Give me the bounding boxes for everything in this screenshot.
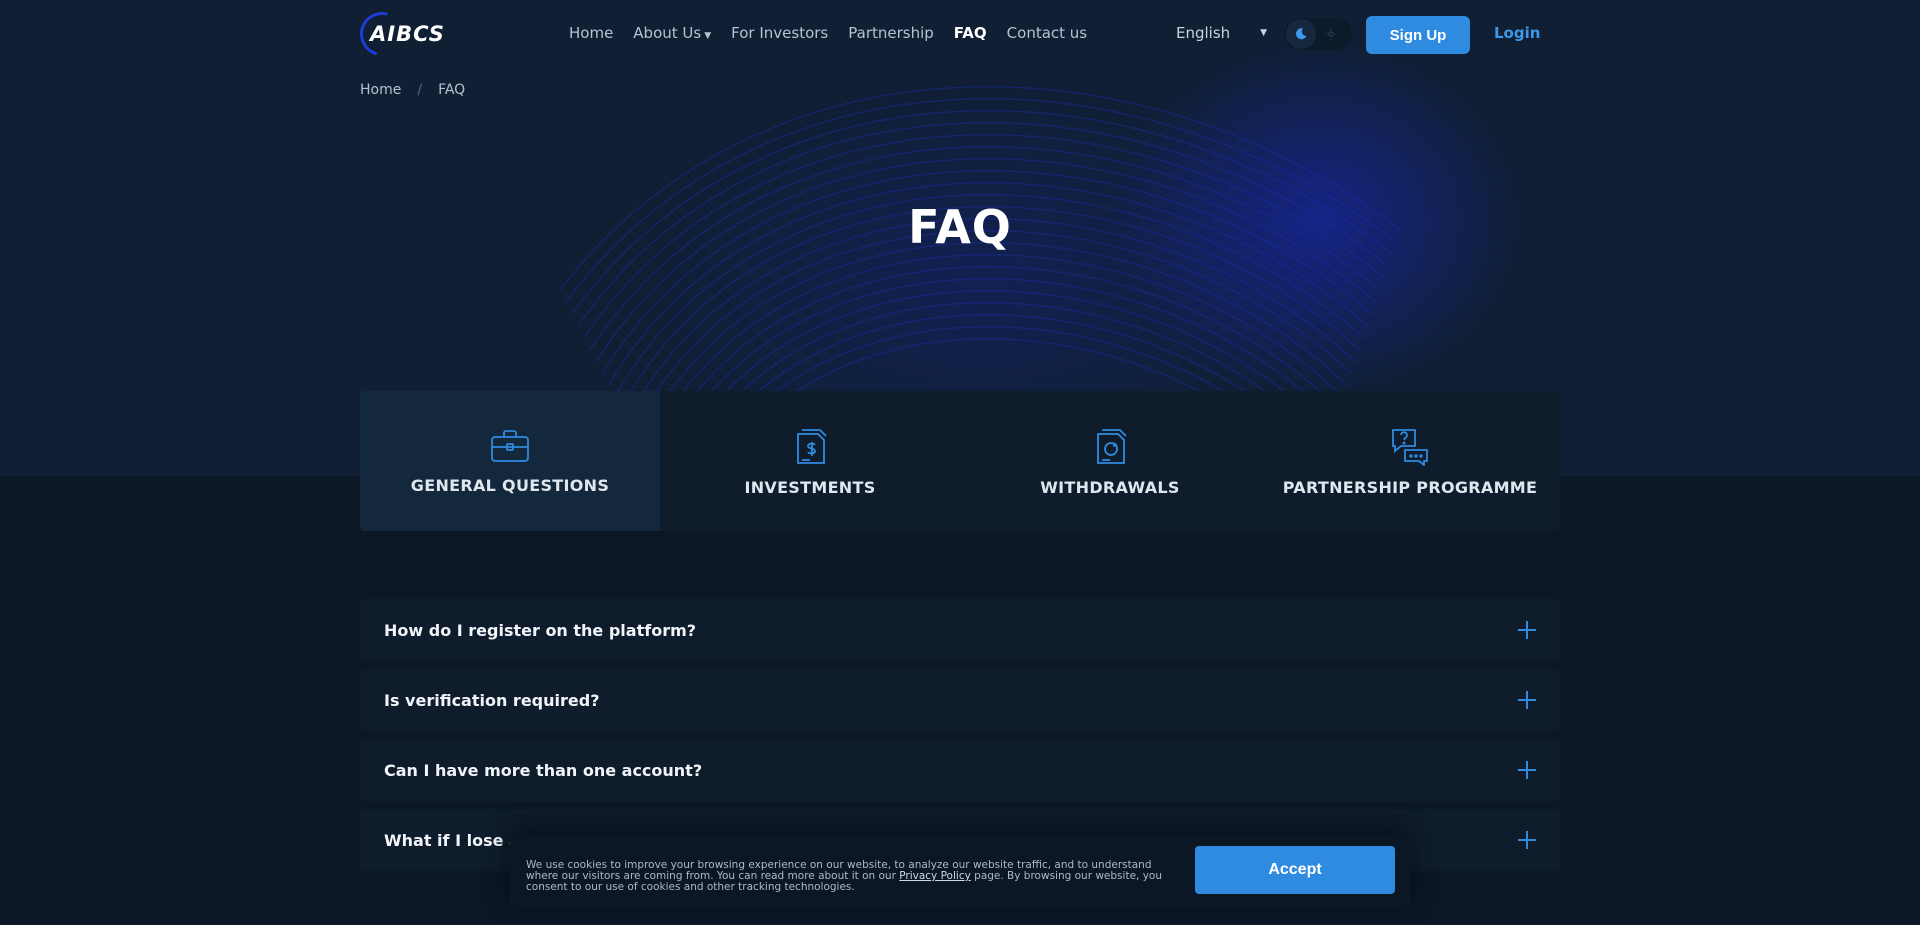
nav-investors-label: For Investors xyxy=(731,24,829,42)
login-link[interactable]: Login xyxy=(1494,24,1540,42)
faq-item[interactable]: How do I register on the platform? xyxy=(360,599,1560,661)
theme-toggle[interactable] xyxy=(1284,18,1352,50)
page-title: FAQ xyxy=(908,200,1012,254)
faq-question: Can I have more than one account? xyxy=(384,760,703,780)
nav-about-us[interactable]: About Us ▼ xyxy=(633,24,711,42)
tab-label: WITHDRAWALS xyxy=(1040,477,1180,497)
privacy-policy-link[interactable]: Privacy Policy xyxy=(899,870,971,882)
nav-faq[interactable]: FAQ xyxy=(954,24,987,42)
plus-icon[interactable] xyxy=(1518,691,1536,709)
sun-icon[interactable] xyxy=(1316,19,1346,49)
breadcrumb-current: FAQ xyxy=(438,82,466,98)
tab-withdrawals[interactable]: WITHDRAWALS xyxy=(960,391,1260,531)
faq-item[interactable]: Is verification required? xyxy=(360,669,1560,731)
tab-label: INVESTMENTS xyxy=(744,477,876,497)
accept-cookies-button[interactable]: Accept xyxy=(1195,846,1395,894)
nav-for-investors[interactable]: For Investors xyxy=(731,24,828,42)
nav-faq-label: FAQ xyxy=(953,24,987,42)
nav-partnership[interactable]: Partnership xyxy=(848,24,934,42)
document-dollar-icon xyxy=(797,428,827,464)
faq-category-tabs: GENERAL QUESTIONS INVESTMENTS WITHDRAWAL… xyxy=(360,391,1560,531)
plus-icon[interactable] xyxy=(1518,761,1536,779)
sign-up-button[interactable]: Sign Up xyxy=(1366,16,1470,54)
moon-icon[interactable] xyxy=(1286,19,1316,49)
faq-item[interactable]: Can I have more than one account? xyxy=(360,739,1560,801)
main-nav: Home About Us ▼ For Investors Partnership… xyxy=(569,24,1107,42)
chat-question-icon xyxy=(1392,428,1428,466)
faq-question: How do I register on the platform? xyxy=(384,620,697,640)
plus-icon[interactable] xyxy=(1518,831,1536,849)
faq-question: Is verification required? xyxy=(384,690,600,710)
site-header: AIBCS Home About Us ▼ For Investors Partn… xyxy=(0,0,1920,68)
logo[interactable]: AIBCS xyxy=(351,3,445,65)
nav-home[interactable]: Home xyxy=(569,24,613,42)
cookie-text: We use cookies to improve your browsing … xyxy=(526,860,1166,893)
language-value: English xyxy=(1176,24,1231,42)
nav-contact-label: Contact us xyxy=(1006,24,1088,42)
tab-general-questions[interactable]: GENERAL QUESTIONS xyxy=(360,391,660,531)
nav-contact-us[interactable]: Contact us xyxy=(1007,24,1087,42)
breadcrumb-home[interactable]: Home xyxy=(360,82,401,98)
caret-down-icon: ▼ xyxy=(704,31,712,41)
tab-partnership-programme[interactable]: PARTNERSHIP PROGRAMME xyxy=(1260,391,1560,531)
cookie-banner: We use cookies to improve your browsing … xyxy=(510,834,1410,910)
breadcrumb-separator: / xyxy=(417,82,423,98)
tab-investments[interactable]: INVESTMENTS xyxy=(660,391,960,531)
nav-home-label: Home xyxy=(569,24,614,42)
faq-question: What if I lose a xyxy=(384,830,520,850)
caret-down-icon: ▼ xyxy=(1260,28,1268,38)
briefcase-icon xyxy=(491,429,529,462)
breadcrumb: Home / FAQ xyxy=(360,82,465,98)
document-refresh-icon xyxy=(1097,428,1127,464)
plus-icon[interactable] xyxy=(1518,621,1536,639)
logo-text: AIBCS xyxy=(370,22,445,46)
tab-label: PARTNERSHIP PROGRAMME xyxy=(1282,477,1538,497)
language-select[interactable]: English ▼ xyxy=(1176,24,1267,42)
tab-label: GENERAL QUESTIONS xyxy=(410,475,610,495)
nav-about-label: About Us xyxy=(633,24,702,42)
nav-partnership-label: Partnership xyxy=(848,24,934,42)
